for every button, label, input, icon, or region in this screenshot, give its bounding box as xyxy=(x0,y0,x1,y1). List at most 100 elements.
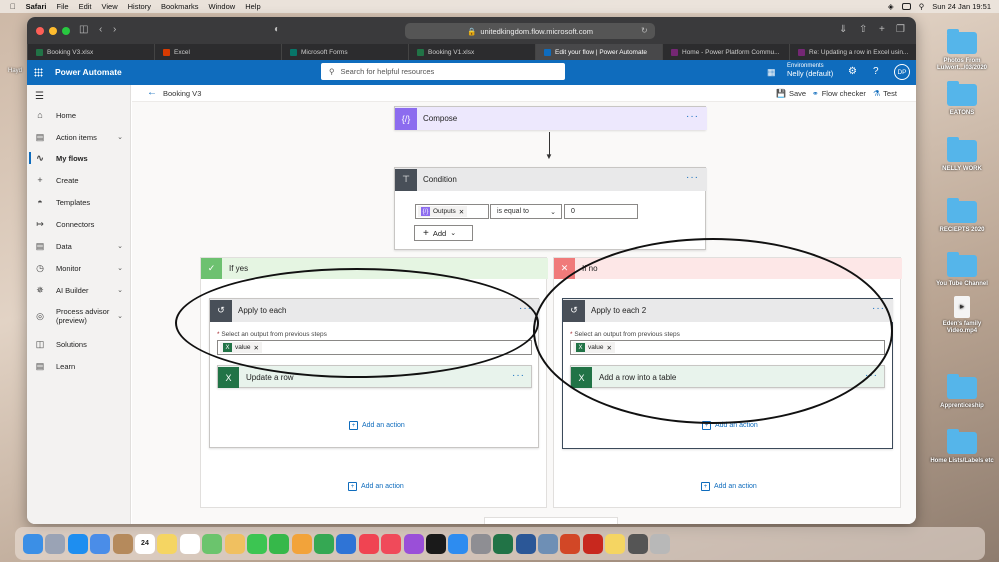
nav-action-items[interactable]: ▤ Action items ⌄ xyxy=(27,127,131,147)
search-icon[interactable]: ⚲ xyxy=(919,2,925,11)
back-icon[interactable]: ‹ xyxy=(99,24,102,35)
clock[interactable]: Sun 24 Jan 19:51 xyxy=(932,2,991,11)
add-condition-button[interactable]: + Add ⌄ xyxy=(414,225,473,241)
condition-card[interactable]: ⊤ Condition ··· {/} Outputs ✕ is equal to … xyxy=(394,167,707,250)
facetime-icon[interactable] xyxy=(269,533,290,554)
contacts-icon[interactable] xyxy=(112,533,133,554)
music-icon[interactable] xyxy=(381,533,402,554)
menu-safari[interactable]: Safari xyxy=(26,2,47,11)
add-action-outer-no[interactable]: + Add an action xyxy=(701,482,757,491)
app-store-icon[interactable] xyxy=(448,533,469,554)
battery-icon[interactable] xyxy=(901,3,911,10)
nav-home[interactable]: ⌂ Home xyxy=(27,105,131,125)
avatar[interactable]: DP xyxy=(894,64,910,80)
compose-card[interactable]: {/} Compose ··· xyxy=(394,106,707,130)
launchpad-icon[interactable] xyxy=(45,533,66,554)
help-icon[interactable]: ? xyxy=(873,66,879,77)
wifi-icon[interactable]: ◈ xyxy=(888,2,894,11)
messages-icon[interactable] xyxy=(246,533,267,554)
back-arrow-icon[interactable]: ← xyxy=(147,87,157,98)
hamburger-icon[interactable]: ☰ xyxy=(35,91,44,102)
new-tab-icon[interactable]: + xyxy=(879,24,885,35)
desktop-item-reciepts[interactable]: RECIEPTS 2020 xyxy=(930,198,994,234)
tab-booking-v3[interactable]: Booking V3.xlsx xyxy=(27,44,154,60)
more-options-icon[interactable]: ··· xyxy=(686,111,699,122)
menu-history[interactable]: History xyxy=(128,2,151,11)
photos-icon[interactable] xyxy=(224,533,245,554)
menu-edit[interactable]: Edit xyxy=(79,2,92,11)
add-action-outer-yes[interactable]: + Add an action xyxy=(348,482,404,491)
nav-my-flows[interactable]: ∿ My flows xyxy=(27,148,131,168)
tab-overview-icon[interactable]: ❐ xyxy=(896,24,905,35)
news-icon[interactable] xyxy=(358,533,379,554)
flow-canvas[interactable]: ← Booking V3 💾 Save ⚭ Flow checker ⚗ Test {… xyxy=(132,85,916,524)
add-action-inner-yes[interactable]: + Add an action xyxy=(349,421,405,430)
download-icon[interactable]: ⇓ xyxy=(839,24,847,35)
close-window-button[interactable] xyxy=(36,27,44,35)
keynote-icon[interactable] xyxy=(336,533,357,554)
powerpoint-icon[interactable] xyxy=(560,533,581,554)
word-icon[interactable] xyxy=(515,533,536,554)
numbers-icon[interactable] xyxy=(314,533,335,554)
app-launcher-icon[interactable] xyxy=(34,68,43,77)
test-button[interactable]: ⚗ Test xyxy=(873,89,897,98)
desktop-item-apprenticeship[interactable]: Apprenticeship xyxy=(930,374,994,410)
maps-icon[interactable] xyxy=(202,533,223,554)
tab-power-platform[interactable]: Home - Power Platform Commu... xyxy=(662,44,789,60)
reload-icon[interactable]: ↻ xyxy=(641,26,648,35)
podcasts-icon[interactable] xyxy=(403,533,424,554)
nav-create[interactable]: + Create xyxy=(27,170,131,190)
photo-booth-icon[interactable] xyxy=(582,533,603,554)
search-input[interactable]: ⚲ Search for helpful resources xyxy=(321,63,565,80)
desktop-item-home-lists[interactable]: Home Lists/Labels etc xyxy=(930,429,994,465)
tab-power-automate[interactable]: Edit your flow | Power Automate xyxy=(535,44,662,60)
calendar-icon[interactable]: 24 xyxy=(134,533,155,554)
privacy-icon[interactable]: ◐ xyxy=(274,24,280,35)
more-options-icon[interactable]: ··· xyxy=(512,370,525,381)
tv-icon[interactable] xyxy=(426,533,447,554)
pages-icon[interactable] xyxy=(291,533,312,554)
mail-icon[interactable] xyxy=(90,533,111,554)
desktop-item-eatons[interactable]: EATONS xyxy=(930,81,994,117)
nav-data[interactable]: ▤ Data ⌄ xyxy=(27,236,131,256)
save-button[interactable]: 💾 Save xyxy=(776,89,806,98)
condition-header[interactable]: ⊤ Condition ··· xyxy=(395,168,707,191)
zoom-window-button[interactable] xyxy=(62,27,70,35)
desktop-item-youtube[interactable]: You Tube Channel xyxy=(930,252,994,288)
environment-picker[interactable]: Environments Nelly (default) xyxy=(787,62,833,79)
settings-icon[interactable] xyxy=(470,533,491,554)
nav-ai-builder[interactable]: ✵ AI Builder ⌄ xyxy=(27,280,131,300)
menu-window[interactable]: Window xyxy=(209,2,236,11)
menu-view[interactable]: View xyxy=(102,2,118,11)
finder-icon[interactable] xyxy=(23,533,43,554)
desktop-item-photos[interactable]: Photos From Lulwort.../03/2020 xyxy=(930,29,994,72)
desktop-item-nelly-work[interactable]: NELLY WORK xyxy=(930,137,994,173)
forward-icon[interactable]: › xyxy=(113,24,116,35)
share-icon[interactable]: ⇧ xyxy=(859,24,867,35)
outputs-token[interactable]: {/} Outputs ✕ xyxy=(418,206,468,217)
tab-forms[interactable]: Microsoft Forms xyxy=(281,44,408,60)
nav-monitor[interactable]: ◷ Monitor ⌄ xyxy=(27,258,131,278)
condition-right-operand[interactable]: 0 xyxy=(564,204,638,219)
trash-icon[interactable] xyxy=(649,533,670,554)
tab-booking-v1[interactable]: Booking V1.xlsx xyxy=(408,44,535,60)
nav-solutions[interactable]: ◫ Solutions xyxy=(27,334,131,354)
nav-connectors[interactable]: ↦ Connectors xyxy=(27,214,131,234)
more-options-icon[interactable]: ··· xyxy=(686,172,699,183)
stickies-icon[interactable] xyxy=(605,533,626,554)
flow-checker-button[interactable]: ⚭ Flow checker xyxy=(812,89,866,98)
address-bar[interactable]: 🔒 unitedkingdom.flow.microsoft.com xyxy=(405,23,655,39)
excel-icon[interactable] xyxy=(493,533,514,554)
menu-file[interactable]: File xyxy=(56,2,68,11)
tab-re-updating[interactable]: Re: Updating a row in Excel usin... xyxy=(789,44,916,60)
safari-icon[interactable] xyxy=(67,533,88,554)
minimize-window-button[interactable] xyxy=(49,27,57,35)
tab-excel[interactable]: Excel xyxy=(154,44,281,60)
desktop-item-video[interactable]: ▶ Eden's family Video.mp4 xyxy=(930,296,994,335)
nav-learn[interactable]: ▤ Learn xyxy=(27,356,131,376)
nav-templates[interactable]: ◓ Templates xyxy=(27,192,131,212)
reminders-icon[interactable] xyxy=(179,533,200,554)
app-name[interactable]: Power Automate xyxy=(55,67,122,77)
preview-icon[interactable] xyxy=(537,533,558,554)
menu-help[interactable]: Help xyxy=(245,2,260,11)
